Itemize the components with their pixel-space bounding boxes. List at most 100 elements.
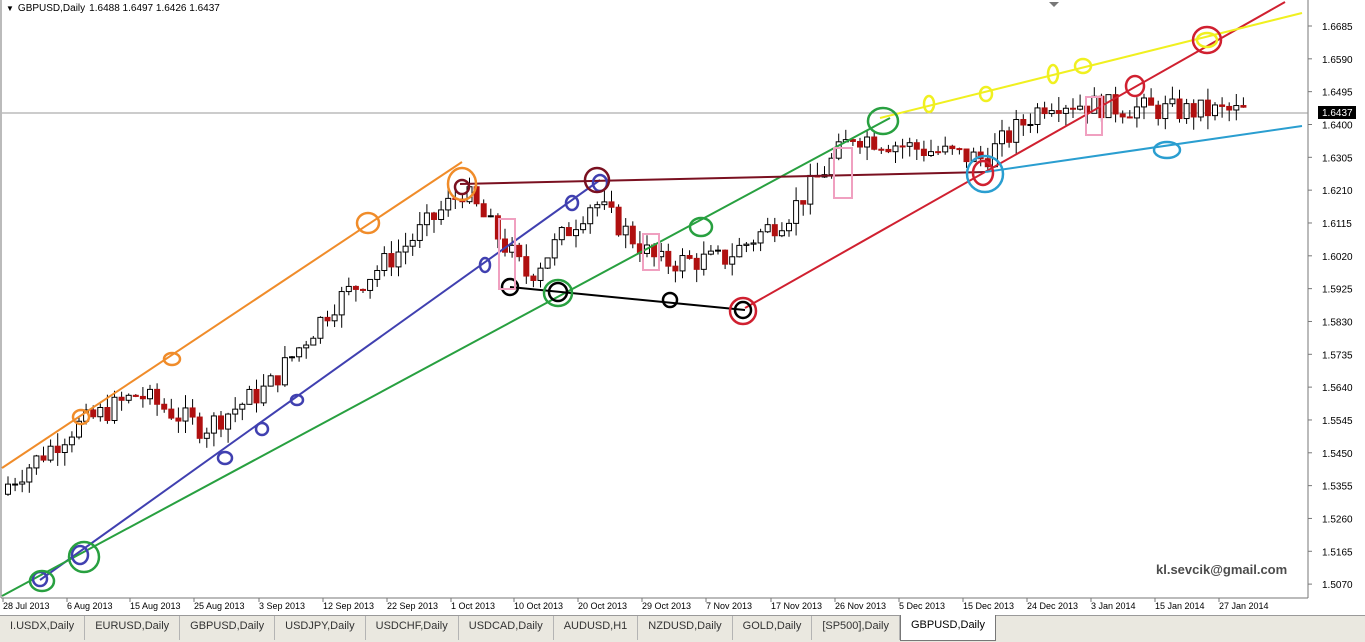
candle-bear (1041, 107, 1048, 115)
candle-bull (580, 223, 587, 231)
chart-tab[interactable]: USDCHF,Daily (366, 616, 459, 640)
chart-tab[interactable]: GBPUSD,Daily (899, 615, 996, 641)
candle-bull (906, 142, 913, 147)
candle-bull (239, 403, 246, 410)
candle-bull (147, 388, 153, 400)
candle-bear (800, 200, 807, 205)
candle-bear (771, 224, 778, 237)
candle-bull (622, 225, 629, 236)
chart-tab[interactable]: [SP500],Daily (812, 616, 900, 640)
candle-bear (118, 396, 125, 401)
time-label: 20 Oct 2013 (578, 601, 627, 611)
candle-bull (26, 467, 33, 483)
candle-bear (885, 148, 892, 153)
time-label: 25 Aug 2013 (194, 601, 245, 611)
time-label: 5 Dec 2013 (899, 601, 945, 611)
price-label: 1.5925 (1322, 285, 1353, 296)
time-label: 3 Sep 2013 (259, 601, 305, 611)
candle-bear (1020, 119, 1027, 126)
chart-tab[interactable]: USDJPY,Daily (275, 616, 366, 640)
candle-bear (1190, 103, 1197, 118)
candle-bull (61, 444, 68, 454)
candle-bear (1226, 105, 1233, 111)
time-label: 7 Nov 2013 (706, 601, 752, 611)
price-label: 1.5355 (1322, 482, 1353, 493)
candle-bull (402, 245, 409, 253)
chart-tab[interactable]: NZDUSD,Daily (638, 616, 733, 640)
price-label: 1.5260 (1322, 514, 1353, 525)
candle-bear (871, 136, 878, 150)
candle-bear (686, 255, 693, 259)
price-label: 1.5830 (1322, 317, 1353, 328)
candle-bear (963, 148, 970, 163)
time-label: 1 Oct 2013 (451, 601, 495, 611)
candle-bear (104, 407, 111, 421)
candle-bull (289, 356, 295, 359)
candle-bear (956, 148, 963, 151)
candle-bear (132, 394, 139, 397)
chart-tab[interactable]: GOLD,Daily (733, 616, 813, 640)
candle-bull (182, 407, 189, 422)
candle-bear (878, 148, 885, 151)
candle-bear (90, 409, 97, 418)
candle-bear (388, 253, 395, 268)
current-price-text: 1.6437 (1322, 108, 1353, 119)
dropdown-triangle-icon[interactable]: ▼ (6, 4, 14, 13)
candle-bear (253, 388, 260, 404)
candle-bear (154, 388, 161, 405)
candle-bear (189, 407, 196, 418)
price-label: 1.6400 (1322, 120, 1353, 131)
candle-bear (168, 408, 175, 419)
candle-bear (913, 142, 920, 150)
chart-tab[interactable]: USDCAD,Daily (459, 616, 554, 640)
candle-bull (1034, 107, 1041, 125)
candle-bear (920, 148, 927, 156)
candle-bull (374, 269, 381, 280)
candle-bear (54, 445, 61, 454)
candle-bull (338, 291, 345, 316)
price-label: 1.6590 (1322, 55, 1353, 66)
candle-bull (793, 200, 800, 224)
candle-bear (899, 145, 906, 148)
candle-bull (345, 285, 352, 293)
price-label: 1.6115 (1322, 219, 1352, 230)
candle-bear (360, 288, 366, 291)
candle-bear (324, 316, 331, 322)
chart-tab[interactable]: I.USDX,Daily (0, 616, 86, 640)
price-label: 1.6210 (1322, 186, 1353, 197)
candle-bear (565, 227, 572, 237)
candle-bear (1219, 104, 1226, 107)
candle-bear (1126, 116, 1133, 119)
price-label: 1.5070 (1322, 580, 1353, 591)
candle-bull (111, 396, 118, 421)
chart-tab[interactable]: EURUSD,Daily (85, 616, 181, 640)
price-label: 1.5545 (1322, 416, 1353, 427)
candle-bull (260, 385, 267, 404)
candle-bull (12, 483, 19, 486)
candle-bull (296, 347, 303, 358)
candle-bull (1013, 119, 1020, 143)
candle-bear (352, 285, 359, 290)
time-label: 6 Aug 2013 (67, 601, 113, 611)
candle-bear (1070, 107, 1076, 110)
time-label: 12 Sep 2013 (323, 601, 374, 611)
chart-tab[interactable]: AUDUSD,H1 (554, 616, 639, 640)
chart-window[interactable]: 1.6685 1.6590 1.6495 1.6400 1.6305 1.6210 1.61… (0, 0, 1365, 642)
candle-bull (395, 251, 402, 268)
candle-bull (281, 357, 288, 386)
price-label: 1.6685 (1322, 22, 1353, 33)
candle-bull (445, 197, 452, 211)
candle-bull (97, 407, 104, 418)
candle-bull (317, 316, 324, 339)
candle-bull (416, 224, 423, 241)
chart-tab[interactable]: GBPUSD,Daily (180, 616, 276, 640)
candle-bull (786, 222, 792, 232)
price-label: 1.5640 (1322, 383, 1353, 394)
candle-bull (303, 344, 310, 349)
candle-bear (40, 455, 47, 461)
candle-bear (1055, 110, 1062, 114)
price-chart[interactable]: 1.6685 1.6590 1.6495 1.6400 1.6305 1.6210 1.61… (0, 0, 1365, 615)
candle-bear (139, 395, 146, 400)
candle-bear (480, 203, 487, 218)
candle-bull (367, 278, 374, 291)
